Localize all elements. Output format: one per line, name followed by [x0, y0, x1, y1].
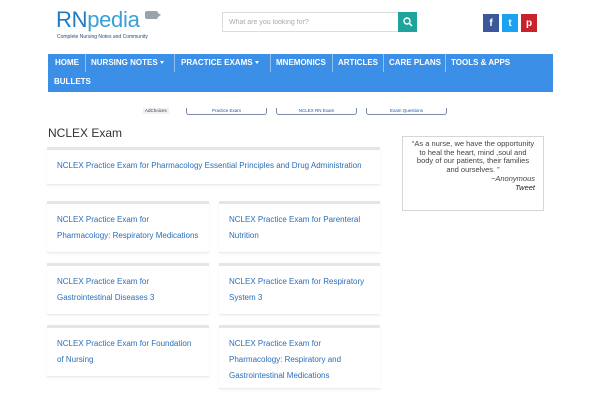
post-card: NCLEX Practice Exam for Pharmacology: Re… [47, 201, 209, 253]
ad-link-exam-questions[interactable]: Exam Questions [366, 108, 447, 115]
search-input[interactable] [222, 12, 398, 32]
nav-care-plans[interactable]: CARE PLANS [384, 54, 446, 72]
facebook-icon[interactable]: f [483, 14, 499, 32]
logo-rn: RN [56, 7, 88, 32]
post-card: NCLEX Practice Exam for Foundation of Nu… [47, 325, 209, 377]
nav-divider [174, 54, 175, 72]
adchoices-label[interactable]: AdChoices [143, 108, 169, 114]
search-icon [403, 17, 413, 27]
ad-strip: AdChoices Practice Exam NCLEX RN Exam Ex… [0, 108, 600, 116]
main-nav: HOME NURSING NOTES PRACTICE EXAMS MNEMON… [48, 54, 553, 92]
nav-articles-label: ARTICLES [338, 58, 378, 67]
nav-home-label: HOME [55, 58, 79, 67]
search-bar [222, 12, 417, 32]
site-logo[interactable]: RNpedia Complete Nursing Notes and Commu… [56, 8, 166, 44]
post-link[interactable]: NCLEX Practice Exam for Gastrointestinal… [47, 266, 209, 306]
logo-tagline: Complete Nursing Notes and Community [57, 34, 148, 40]
chevron-down-icon [159, 61, 164, 65]
nav-practice-exams-label: PRACTICE EXAMS [181, 58, 253, 67]
quote-text: “As a nurse, we have the opportunity to … [411, 139, 535, 174]
nav-nursing-notes[interactable]: NURSING NOTES [86, 54, 169, 72]
post-card: NCLEX Practice Exam for Pharmacology: Re… [219, 325, 380, 389]
nav-mnemonics[interactable]: MNEMONICS [271, 54, 331, 72]
logo-tag-icon [145, 11, 161, 19]
pinterest-icon[interactable]: p [521, 14, 537, 32]
nav-care-plans-label: CARE PLANS [389, 58, 442, 67]
post-card: NCLEX Practice Exam for Gastrointestinal… [47, 263, 209, 315]
social-links: f t p [483, 14, 537, 32]
post-link[interactable]: NCLEX Practice Exam for Pharmacology: Re… [219, 328, 380, 384]
nav-bullets[interactable]: BULLETS [49, 73, 96, 91]
post-card: NCLEX Practice Exam for Parenteral Nutri… [219, 201, 380, 253]
nav-tools-apps[interactable]: TOOLS & APPS [446, 54, 515, 72]
ad-link-nclex-rn-exam[interactable]: NCLEX RN Exam [276, 108, 357, 115]
nav-bullets-label: BULLETS [54, 77, 91, 86]
nav-mnemonics-label: MNEMONICS [276, 58, 326, 67]
post-link[interactable]: NCLEX Practice Exam for Respiratory Syst… [219, 266, 380, 306]
nav-tools-apps-label: TOOLS & APPS [451, 58, 511, 67]
twitter-icon[interactable]: t [502, 14, 518, 32]
search-button[interactable] [398, 12, 417, 32]
post-card: NCLEX Practice Exam for Respiratory Syst… [219, 263, 380, 315]
post-link[interactable]: NCLEX Practice Exam for Parenteral Nutri… [219, 204, 380, 244]
post-link[interactable]: NCLEX Practice Exam for Pharmacology: Re… [47, 204, 209, 244]
quote-widget: “As a nurse, we have the opportunity to … [402, 136, 544, 211]
logo-pedia: pedia [87, 7, 140, 32]
post-card: NCLEX Practice Exam for Pharmacology Ess… [47, 147, 380, 185]
nav-nursing-notes-label: NURSING NOTES [91, 58, 158, 67]
chevron-down-icon [254, 61, 259, 65]
tweet-link[interactable]: Tweet [411, 183, 535, 193]
post-link[interactable]: NCLEX Practice Exam for Foundation of Nu… [47, 328, 209, 368]
ad-link-practice-exam[interactable]: Practice Exam [186, 108, 267, 115]
logo-wordmark: RNpedia [56, 8, 140, 32]
nav-home[interactable]: HOME [50, 54, 84, 72]
nav-articles[interactable]: ARTICLES [333, 54, 383, 72]
page-title: NCLEX Exam [48, 126, 123, 140]
nav-practice-exams[interactable]: PRACTICE EXAMS [176, 54, 264, 72]
post-link[interactable]: NCLEX Practice Exam for Pharmacology Ess… [47, 150, 380, 174]
